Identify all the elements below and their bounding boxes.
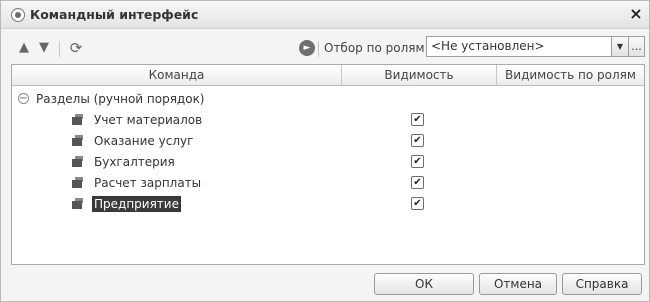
role-filter-dropdown-button[interactable]: ▼: [612, 36, 629, 57]
column-header-visibility[interactable]: Видимость: [342, 65, 497, 86]
command-label: Учет материалов: [94, 113, 203, 127]
command-interface-window: Командный интерфейс × ▲ ▼ ⟳ ► Отбор по р…: [0, 0, 650, 302]
table-row-selected[interactable]: Предприятие ✔: [12, 194, 644, 215]
command-label: Расчет зарплаты: [94, 176, 202, 190]
commands-table: Команда Видимость Видимость по ролям − Р…: [11, 64, 645, 265]
payroll-icon: [70, 177, 85, 189]
toolbar: ▲ ▼ ⟳ ► Отбор по ролям: <Не установлен> …: [1, 31, 649, 63]
visibility-checkbox[interactable]: ✔: [411, 134, 424, 147]
collapse-icon[interactable]: −: [18, 93, 29, 104]
visibility-checkbox[interactable]: ✔: [411, 197, 424, 210]
table-row[interactable]: Бухгалтерия ✔: [12, 152, 644, 173]
close-button[interactable]: ×: [627, 4, 645, 24]
table-row[interactable]: Учет материалов ✔: [12, 110, 644, 131]
visibility-checkbox[interactable]: ✔: [411, 176, 424, 189]
refresh-icon[interactable]: ⟳: [67, 39, 85, 57]
accounting-icon: [70, 156, 85, 168]
command-label: Оказание услуг: [94, 134, 194, 148]
visibility-checkbox[interactable]: ✔: [411, 113, 424, 126]
command-label: Бухгалтерия: [94, 155, 175, 169]
window-icon: [11, 8, 25, 22]
help-button[interactable]: Справка: [562, 273, 642, 295]
services-icon: [70, 135, 85, 147]
column-header-visibility-by-roles[interactable]: Видимость по ролям: [497, 65, 644, 86]
table-row[interactable]: Расчет зарплаты ✔: [12, 173, 644, 194]
materials-icon: [70, 114, 85, 126]
toolbar-separator: [59, 41, 60, 57]
title-bar: Командный интерфейс ×: [1, 1, 649, 29]
move-up-icon[interactable]: ▲: [15, 39, 33, 57]
role-filter-icon[interactable]: ►: [299, 40, 315, 56]
role-filter-choose-button[interactable]: ...: [629, 36, 645, 57]
table-row[interactable]: Оказание услуг ✔: [12, 131, 644, 152]
command-label: Предприятие: [92, 196, 181, 212]
window-title: Командный интерфейс: [30, 7, 199, 22]
role-filter-field[interactable]: <Не установлен>: [426, 36, 612, 57]
visibility-checkbox[interactable]: ✔: [411, 155, 424, 168]
enterprise-icon: [70, 198, 85, 210]
column-header-command[interactable]: Команда: [12, 65, 342, 86]
role-filter-label: Отбор по ролям:: [324, 41, 429, 55]
cancel-button[interactable]: Отмена: [479, 273, 557, 295]
group-row[interactable]: − Разделы (ручной порядок): [12, 89, 644, 110]
move-down-icon[interactable]: ▼: [35, 39, 53, 57]
toolbar-separator: [318, 41, 319, 57]
ok-button[interactable]: ОК: [374, 273, 474, 295]
group-label: Разделы (ручной порядок): [36, 92, 205, 106]
table-header: Команда Видимость Видимость по ролям: [12, 65, 644, 86]
